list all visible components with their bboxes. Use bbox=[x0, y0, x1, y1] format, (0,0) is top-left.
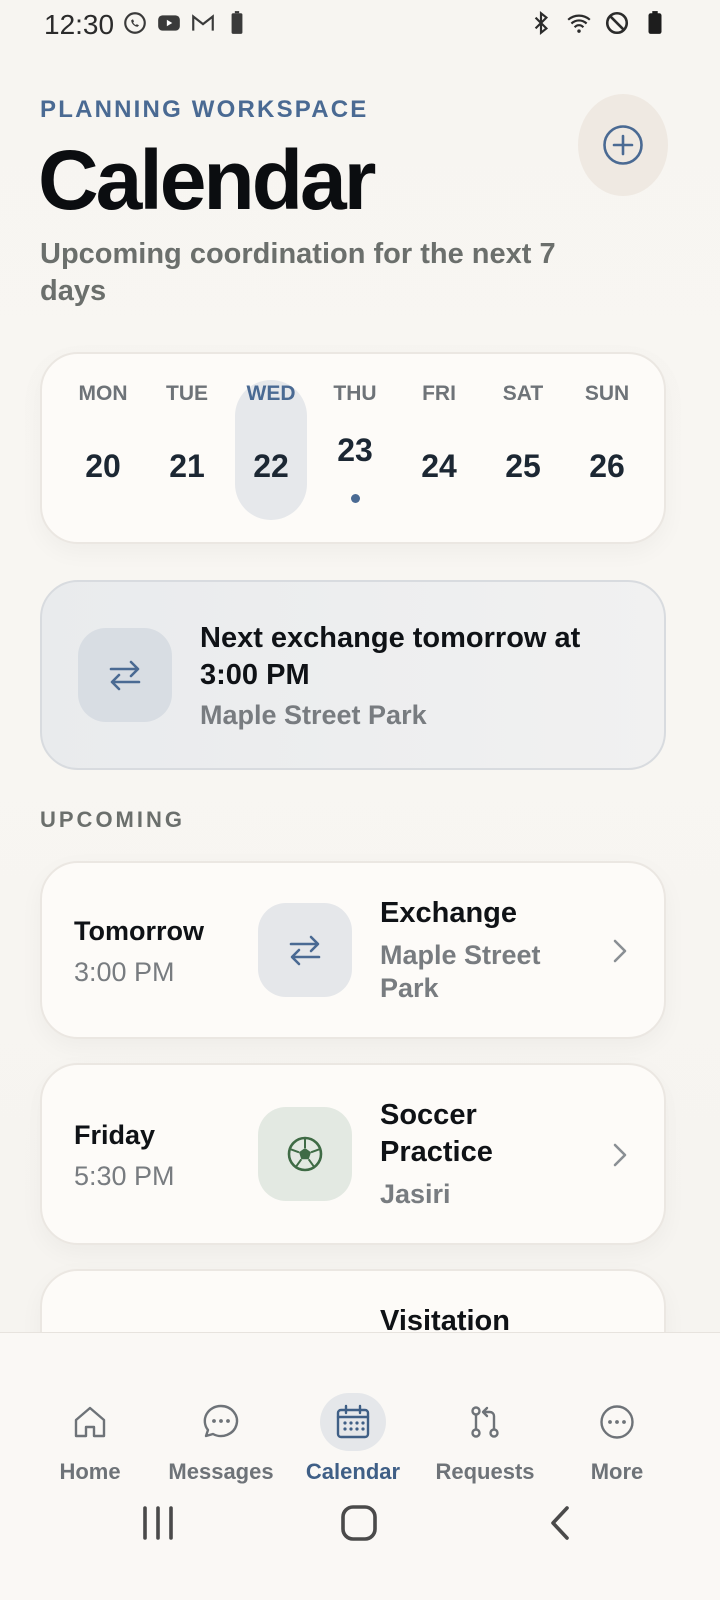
day-name: TUE bbox=[166, 382, 208, 405]
wifi-icon bbox=[567, 14, 591, 33]
day-sun[interactable]: SUN 26 bbox=[571, 354, 643, 544]
nav-more[interactable]: More bbox=[551, 1393, 683, 1484]
event-icon-tile bbox=[258, 1107, 352, 1201]
event-title: Soccer Practice bbox=[380, 1099, 493, 1168]
nav-icon-wrap bbox=[584, 1393, 650, 1451]
week-strip: MON 20 TUE 21 WED 22 THU 23 FRI 24 SAT 2… bbox=[40, 352, 666, 544]
event-day: Friday bbox=[74, 1120, 156, 1150]
do-not-disturb-icon bbox=[605, 11, 629, 35]
system-icons bbox=[528, 10, 668, 36]
nav-calendar[interactable]: Calendar bbox=[287, 1393, 419, 1484]
nav-label: Calendar bbox=[305, 1459, 401, 1484]
add-event-button[interactable] bbox=[578, 94, 668, 196]
page-title: Calendar bbox=[38, 133, 376, 227]
day-fri[interactable]: FRI 24 bbox=[403, 354, 475, 544]
banner-title: Next exchange tomorrow at 3:00 PM bbox=[200, 622, 581, 691]
nav-messages[interactable]: Messages bbox=[155, 1393, 287, 1484]
event-card-exchange[interactable]: Tomorrow 3:00 PM Exchange Maple Street P… bbox=[40, 861, 666, 1039]
event-indicator-dot bbox=[351, 494, 360, 503]
nav-label: Requests bbox=[435, 1459, 535, 1484]
banner-location: Maple Street Park bbox=[200, 700, 427, 730]
battery-saver-icon bbox=[231, 11, 243, 34]
day-name: SAT bbox=[502, 382, 544, 405]
day-number: 24 bbox=[421, 448, 457, 484]
nav-label: More bbox=[590, 1459, 644, 1484]
nav-icon-wrap-active bbox=[320, 1393, 386, 1451]
nav-label: Messages bbox=[168, 1459, 274, 1484]
battery-icon bbox=[648, 11, 662, 34]
event-title: Exchange bbox=[380, 897, 517, 929]
status-time: 12:30 bbox=[44, 9, 115, 40]
chevron-right-icon bbox=[613, 939, 627, 963]
status-bar: 12:30 bbox=[0, 0, 720, 48]
event-icon-tile bbox=[258, 903, 352, 997]
day-mon[interactable]: MON 20 bbox=[67, 354, 139, 544]
event-card-soccer[interactable]: Friday 5:30 PM Soccer Practice Jasiri bbox=[40, 1063, 666, 1245]
event-time: 3:00 PM bbox=[74, 957, 175, 987]
pull-request-icon bbox=[471, 1406, 499, 1438]
event-time: 5:30 PM bbox=[74, 1161, 175, 1191]
nav-requests[interactable]: Requests bbox=[419, 1393, 551, 1484]
next-exchange-banner[interactable]: Next exchange tomorrow at 3:00 PM Maple … bbox=[40, 580, 666, 770]
swap-arrows-icon bbox=[289, 935, 321, 966]
nav-label: Home bbox=[59, 1459, 121, 1484]
day-wed-selected[interactable]: WED 22 bbox=[235, 354, 307, 544]
day-number: 25 bbox=[505, 448, 541, 484]
day-name: FRI bbox=[422, 382, 456, 405]
section-label-upcoming: UPCOMING bbox=[40, 807, 185, 832]
day-number: 23 bbox=[337, 432, 373, 468]
home-icon bbox=[74, 1406, 106, 1438]
nav-icon-wrap bbox=[452, 1393, 518, 1451]
system-navigation-bar bbox=[143, 1505, 569, 1541]
more-dots-icon bbox=[600, 1405, 634, 1439]
day-number: 21 bbox=[169, 448, 205, 484]
chevron-right-icon bbox=[613, 1143, 627, 1167]
day-number: 20 bbox=[85, 448, 121, 484]
whatsapp-icon bbox=[124, 12, 146, 34]
banner-icon-tile bbox=[78, 628, 172, 722]
day-name: MON bbox=[78, 382, 128, 405]
nav-icon-wrap bbox=[57, 1393, 123, 1451]
event-day: Tomorrow bbox=[74, 916, 204, 946]
calendar-icon bbox=[336, 1404, 370, 1439]
day-name: SUN bbox=[584, 382, 630, 405]
day-number: 22 bbox=[253, 448, 289, 484]
swap-arrows-icon bbox=[109, 660, 141, 691]
nav-home[interactable]: Home bbox=[24, 1393, 156, 1484]
day-number: 26 bbox=[589, 448, 625, 484]
notification-icons bbox=[122, 10, 250, 36]
recent-apps-icon[interactable] bbox=[143, 1506, 173, 1540]
nav-icon-wrap bbox=[188, 1393, 254, 1451]
plus-circle-icon bbox=[603, 125, 643, 165]
bluetooth-icon bbox=[534, 10, 549, 36]
day-name: WED bbox=[246, 382, 296, 405]
eyebrow-label: PLANNING WORKSPACE bbox=[40, 96, 369, 123]
youtube-icon bbox=[158, 15, 180, 31]
soccer-ball-icon bbox=[287, 1136, 323, 1172]
day-tue[interactable]: TUE 21 bbox=[151, 354, 223, 544]
back-icon[interactable] bbox=[551, 1506, 569, 1540]
gmail-icon bbox=[192, 14, 214, 31]
event-location: Maple Street Park bbox=[380, 940, 541, 1003]
event-person: Jasiri bbox=[380, 1179, 451, 1209]
day-thu[interactable]: THU 23 bbox=[319, 354, 391, 544]
page-subtitle: Upcoming coordination for the next 7 day… bbox=[40, 238, 556, 307]
day-sat[interactable]: SAT 25 bbox=[487, 354, 559, 544]
chat-bubble-icon bbox=[203, 1404, 239, 1438]
day-name: THU bbox=[333, 382, 377, 405]
home-gesture-icon[interactable] bbox=[341, 1505, 377, 1541]
